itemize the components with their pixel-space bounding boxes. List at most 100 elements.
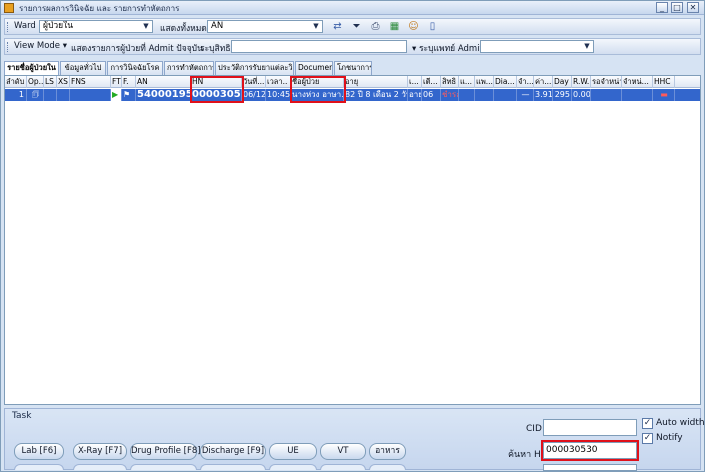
document-icon[interactable]: ▯ — [425, 20, 440, 33]
play-icon[interactable]: ▶ — [111, 89, 122, 101]
vt-button[interactable]: VT — [320, 443, 366, 460]
maximize-button[interactable]: □ — [671, 2, 683, 13]
ward-select-value: ผู้ป่วยใน — [43, 21, 74, 31]
column-header[interactable]: F. — [122, 76, 136, 88]
column-header[interactable]: R.W. — [572, 76, 591, 88]
time-cell: 10:45 — [267, 89, 291, 101]
name-highlight-box — [290, 76, 346, 103]
diag-cell — [494, 89, 517, 101]
column-header[interactable]: FNS — [70, 76, 111, 88]
more-button[interactable] — [269, 464, 317, 470]
column-header[interactable]: Dia... — [494, 76, 517, 88]
discharge-button[interactable]: Discharge [F9] — [200, 443, 266, 460]
more-button[interactable] — [14, 464, 64, 470]
tab-medication-history[interactable]: ประวัติการรับยาแต่ละวิธี — [215, 61, 294, 75]
cid-input[interactable] — [543, 419, 637, 436]
lab-button[interactable]: Lab [F6] — [14, 443, 64, 460]
tab-bar: รายชื่อผู้ป่วยใน ข้อมูลทั่วไป การวินิจฉั… — [4, 61, 701, 75]
minimize-button[interactable]: _ — [656, 2, 668, 13]
toolbar-grip[interactable] — [7, 42, 10, 52]
column-header[interactable]: XS — [57, 76, 70, 88]
cost-cell: 3.91 — [535, 89, 553, 101]
tab-general-info[interactable]: ข้อมูลทั่วไป — [60, 61, 106, 75]
column-header[interactable]: จำ... — [517, 76, 534, 88]
filter-icon[interactable]: ⏷ — [349, 20, 364, 33]
extra-input[interactable] — [543, 464, 637, 471]
chevron-down-icon[interactable]: ▼ — [141, 22, 151, 31]
cell — [459, 89, 475, 101]
column-header[interactable]: เวลา.. — [266, 76, 291, 88]
an-select-value: AN — [211, 21, 224, 31]
doctor-admit-select[interactable]: ▼ — [480, 40, 594, 53]
tab-diagnosis[interactable]: การวินิจฉัยโรค — [107, 61, 163, 75]
title-bar: รายการผลการวินิจฉัย และ รายการทำหัตถการ … — [1, 1, 704, 15]
chevron-down-icon[interactable]: ▼ — [582, 42, 592, 51]
bed-cell: 06 — [422, 89, 441, 101]
hhc-cell: ▬ — [653, 89, 675, 101]
tab-procedures[interactable]: การทำหัตถการ — [164, 61, 214, 75]
column-header[interactable]: รอจำหน่าย — [591, 76, 622, 88]
op-icon[interactable]: 🗊 — [27, 89, 44, 101]
column-header[interactable]: วันที่... — [242, 76, 266, 88]
column-header[interactable]: แ... — [459, 76, 475, 88]
column-header[interactable]: HHC — [653, 76, 675, 88]
notify-checkbox[interactable]: ✓ — [642, 433, 653, 444]
food-button[interactable]: อาหาร — [369, 443, 406, 460]
column-header[interactable]: เ... — [408, 76, 422, 88]
column-header[interactable]: ลำดับ — [5, 76, 27, 88]
an-cell: 540001950 — [136, 89, 191, 101]
ue-button[interactable]: UE — [269, 443, 317, 460]
more-button[interactable] — [200, 464, 266, 470]
auto-width-label: Auto width — [656, 418, 705, 428]
task-title: Task — [12, 411, 32, 421]
cell — [475, 89, 494, 101]
column-header[interactable]: Op.. — [27, 76, 44, 88]
close-button[interactable]: ✕ — [687, 2, 699, 13]
an-select[interactable]: AN ▼ — [207, 20, 323, 33]
tab-inpatient-list[interactable]: รายชื่อผู้ป่วยใน — [4, 61, 59, 75]
tab-nutrition[interactable]: โภชนาการ — [334, 61, 372, 75]
task-panel: Task Lab [F6] X-Ray [F7] Drug Profile [F… — [4, 408, 705, 471]
grid-header: ลำดับ Op.. LS XS FNS FT F. AN HN วันที่.… — [5, 76, 700, 88]
chevron-down-icon[interactable]: ▼ — [311, 22, 321, 31]
column-header[interactable]: อายุ — [344, 76, 408, 88]
more-button[interactable] — [320, 464, 366, 470]
rights-cell: ชำระเงิน — [442, 89, 459, 101]
ward-select[interactable]: ผู้ป่วยใน ▼ — [39, 20, 153, 33]
hn-search-highlight-box — [541, 440, 639, 461]
auto-width-checkbox[interactable]: ✓ — [642, 418, 653, 429]
chart-icon[interactable]: ▦ — [387, 20, 402, 33]
column-header[interactable]: Day — [553, 76, 572, 88]
tab-document[interactable]: Document — [295, 61, 333, 75]
table-row[interactable]: 1 🗊 ▶ ⚑ 540001950 000030530 06/12 10:45 … — [5, 89, 700, 101]
more-button[interactable] — [73, 464, 127, 470]
rights-label: ระบุสิทธิ — [200, 44, 231, 54]
cid-label: CID — [526, 424, 542, 434]
drug-profile-button[interactable]: Drug Profile [F8] — [130, 443, 201, 460]
user-icon[interactable]: ☺ — [406, 20, 421, 33]
column-header[interactable]: LS — [44, 76, 57, 88]
column-header[interactable]: เตี... — [422, 76, 441, 88]
xray-button[interactable]: X-Ray [F7] — [73, 443, 127, 460]
main-window: รายการผลการวินิจฉัย และ รายการทำหัตถการ … — [0, 0, 705, 472]
app-icon — [4, 3, 14, 13]
xs-cell — [57, 89, 70, 101]
fns-cell — [70, 89, 111, 101]
rights-select[interactable] — [231, 40, 407, 53]
column-header[interactable]: แพ... — [475, 76, 494, 88]
column-header[interactable]: AN — [136, 76, 191, 88]
column-header[interactable]: สิทธิ — [441, 76, 459, 88]
print-icon[interactable]: ⎙ — [368, 20, 383, 33]
ward-toolbar: Ward ผู้ป่วยใน ▼ แสดงทั้งหมด AN ▼ ⇄ ⏷ ⎙ … — [4, 18, 701, 35]
doctor-admit-label: ▾ ระบุแพทย์ Admit — [412, 44, 483, 54]
sync-icon[interactable]: ⇄ — [330, 20, 345, 33]
column-header[interactable]: ค่า... — [534, 76, 553, 88]
dept-cell: อายุรฯ — [408, 89, 422, 101]
column-header[interactable]: จำหน่... — [622, 76, 653, 88]
column-header[interactable]: FT — [111, 76, 122, 88]
more-button[interactable] — [130, 464, 197, 470]
more-button[interactable] — [369, 464, 406, 470]
view-mode-button[interactable]: View Mode ▾ — [14, 41, 67, 51]
toolbar-grip[interactable] — [7, 22, 10, 32]
flag-icon: ⚑ — [122, 89, 136, 101]
